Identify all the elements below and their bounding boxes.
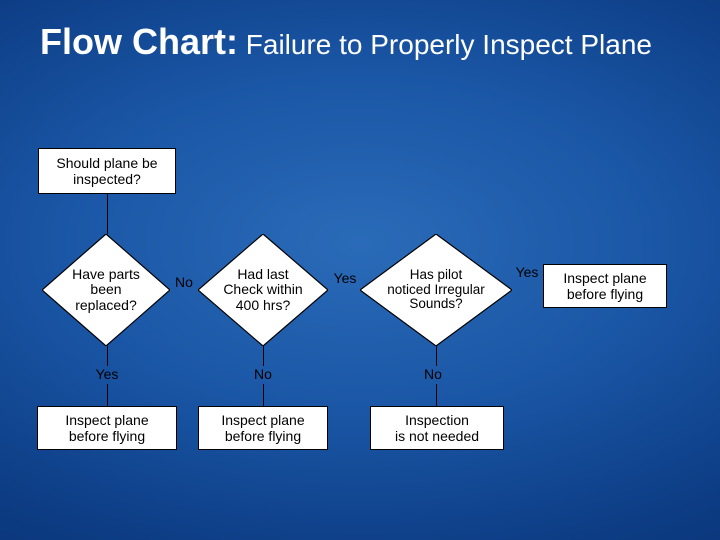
title-prefix: Flow Chart: (40, 21, 238, 62)
node-noneed-text: Inspectionis not needed (395, 412, 479, 444)
node-start: Should plane beinspected? (38, 148, 176, 194)
connector (263, 346, 264, 366)
node-inspect-mid-text: Inspect planebefore flying (221, 412, 304, 444)
node-start-text: Should plane beinspected? (56, 155, 157, 187)
connector (107, 384, 108, 406)
label-parts-yes: Yes (88, 366, 126, 382)
node-parts-decision: Have partsbeenreplaced? (42, 234, 170, 346)
node-sounds-text: Has pilotnoticed IrregularSounds? (360, 234, 512, 346)
title-suffix: Failure to Properly Inspect Plane (238, 29, 652, 60)
node-noneed: Inspectionis not needed (370, 406, 504, 450)
node-inspect-mid: Inspect planebefore flying (198, 406, 328, 450)
node-inspect-left-text: Inspect planebefore flying (65, 412, 148, 444)
node-lastcheck-text: Had lastCheck within400 hrs? (198, 234, 328, 346)
label-parts-no: No (171, 274, 197, 290)
label-lastcheck-no: No (248, 366, 278, 382)
slide-flowchart: Flow Chart: Failure to Properly Inspect … (0, 0, 720, 540)
node-lastcheck-decision: Had lastCheck within400 hrs? (198, 234, 328, 346)
connector (107, 194, 108, 234)
connector (107, 346, 108, 366)
node-inspect-right: Inspect planebefore flying (543, 264, 667, 308)
connector (436, 384, 437, 406)
label-lastcheck-yes: Yes (330, 270, 360, 286)
slide-title: Flow Chart: Failure to Properly Inspect … (40, 22, 652, 62)
node-inspect-left: Inspect planebefore flying (37, 406, 177, 450)
label-sounds-no: No (418, 366, 448, 382)
connector (436, 346, 437, 366)
node-inspect-right-text: Inspect planebefore flying (563, 270, 646, 302)
label-sounds-yes: Yes (511, 264, 543, 280)
connector (263, 384, 264, 406)
node-parts-text: Have partsbeenreplaced? (42, 234, 170, 346)
node-sounds-decision: Has pilotnoticed IrregularSounds? (360, 234, 512, 346)
